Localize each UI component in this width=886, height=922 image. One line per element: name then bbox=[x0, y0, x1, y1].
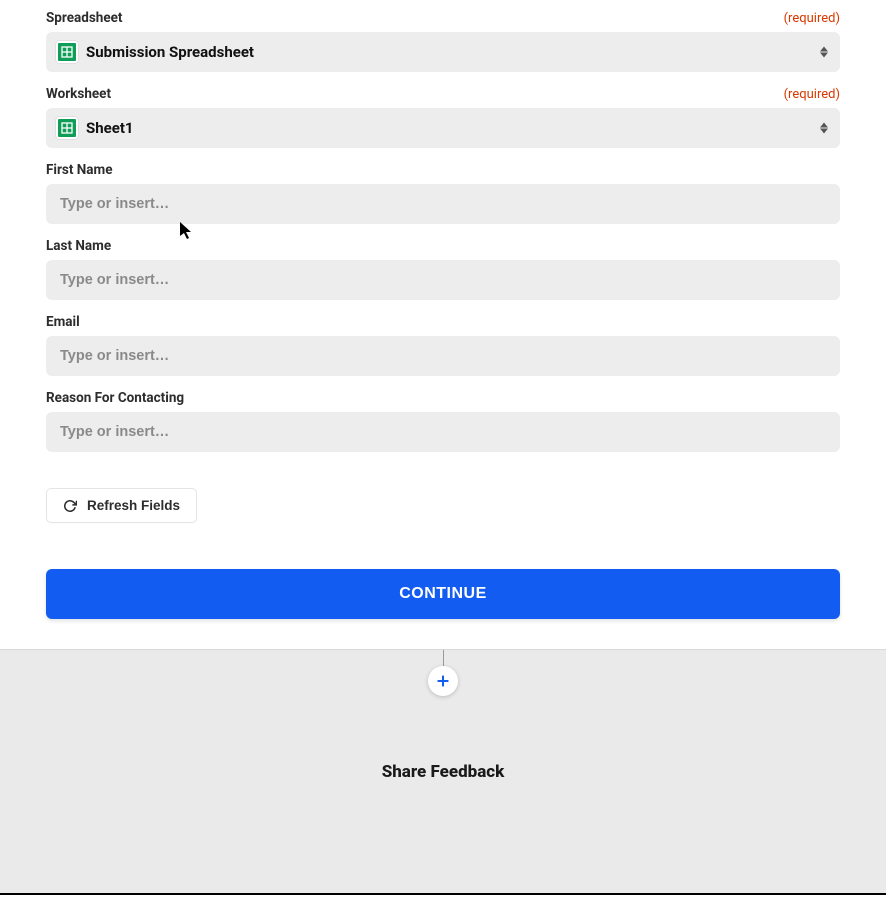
continue-button[interactable]: CONTINUE bbox=[46, 569, 840, 619]
email-field: Email bbox=[46, 314, 840, 376]
share-feedback-link[interactable]: Share Feedback bbox=[0, 762, 886, 782]
refresh-fields-button[interactable]: Refresh Fields bbox=[46, 488, 197, 523]
step-connector bbox=[428, 650, 458, 696]
last-name-field: Last Name bbox=[46, 238, 840, 300]
setup-form: Spreadsheet (required) Submission Spread… bbox=[0, 0, 886, 649]
email-label: Email bbox=[46, 314, 80, 330]
spreadsheet-select[interactable]: Submission Spreadsheet bbox=[46, 32, 840, 72]
spreadsheet-field: Spreadsheet (required) Submission Spread… bbox=[46, 10, 840, 72]
spreadsheet-label: Spreadsheet bbox=[46, 10, 123, 26]
google-sheets-icon bbox=[56, 117, 78, 139]
worksheet-value: Sheet1 bbox=[86, 119, 134, 137]
spreadsheet-required: (required) bbox=[784, 11, 840, 26]
worksheet-select[interactable]: Sheet1 bbox=[46, 108, 840, 148]
last-name-label: Last Name bbox=[46, 238, 111, 254]
first-name-field: First Name bbox=[46, 162, 840, 224]
reason-field: Reason For Contacting bbox=[46, 390, 840, 452]
worksheet-label: Worksheet bbox=[46, 86, 111, 102]
email-input[interactable] bbox=[60, 348, 826, 364]
refresh-icon bbox=[63, 499, 77, 513]
select-chevron-icon bbox=[820, 47, 828, 58]
reason-label: Reason For Contacting bbox=[46, 390, 184, 406]
last-name-input[interactable] bbox=[60, 272, 826, 288]
plus-icon bbox=[436, 674, 450, 688]
spreadsheet-value: Submission Spreadsheet bbox=[86, 43, 254, 61]
google-sheets-icon bbox=[56, 41, 78, 63]
worksheet-required: (required) bbox=[784, 87, 840, 102]
add-step-button[interactable] bbox=[428, 666, 458, 696]
first-name-label: First Name bbox=[46, 162, 113, 178]
first-name-input[interactable] bbox=[60, 196, 826, 212]
worksheet-field: Worksheet (required) Sheet1 bbox=[46, 86, 840, 148]
refresh-label: Refresh Fields bbox=[87, 498, 180, 513]
reason-input[interactable] bbox=[60, 424, 826, 440]
select-chevron-icon bbox=[820, 123, 828, 134]
canvas-area: Share Feedback bbox=[0, 649, 886, 895]
connector-line bbox=[443, 650, 444, 666]
